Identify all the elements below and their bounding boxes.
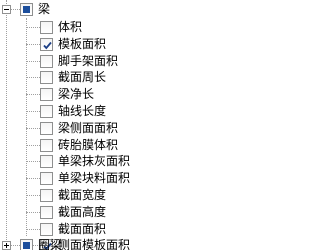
quantity-tree: 梁 体积 模板面积 脚手架面积 截面周长 梁净长 轴线长度 梁侧面面积 砖胎膜体积 单梁抹灰面积…	[0, 0, 241, 250]
checkmark-icon	[43, 41, 52, 50]
tree-item-checkbox[interactable]	[40, 71, 53, 84]
expand-icon[interactable]	[2, 241, 11, 250]
tree-item-checkbox[interactable]	[40, 38, 53, 51]
tree-node-beam-checkbox[interactable]	[20, 3, 33, 16]
tree-node-ring-beam[interactable]: 圈梁	[0, 236, 241, 250]
collapse-icon[interactable]	[2, 5, 11, 14]
tree-node-ring-beam-checkbox[interactable]	[20, 239, 33, 250]
tree-node-beam-label: 梁	[38, 2, 51, 16]
tree-item-checkbox[interactable]	[40, 206, 53, 219]
tree-item-checkbox[interactable]	[40, 105, 53, 118]
tree-node-beam[interactable]: 梁	[0, 0, 241, 19]
tree-item-checkbox[interactable]	[40, 55, 53, 68]
tree-item-checkbox[interactable]	[40, 223, 53, 236]
tree-item-checkbox[interactable]	[40, 21, 53, 34]
tree-item-checkbox[interactable]	[40, 189, 53, 202]
tree-item-checkbox[interactable]	[40, 122, 53, 135]
tree-item-checkbox[interactable]	[40, 172, 53, 185]
tree-node-ring-beam-label: 圈梁	[38, 238, 63, 250]
tree-item-checkbox[interactable]	[40, 88, 53, 101]
tree-item-checkbox[interactable]	[40, 155, 53, 168]
tree-item-checkbox[interactable]	[40, 139, 53, 152]
